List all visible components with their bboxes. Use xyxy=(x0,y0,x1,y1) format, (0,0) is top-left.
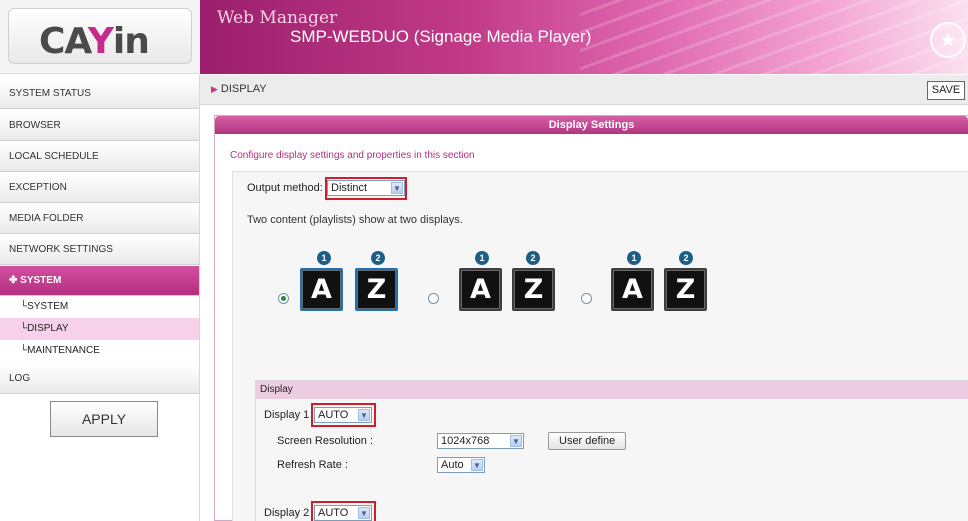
chevron-down-icon: ▼ xyxy=(471,459,483,471)
badge-2-icon: 2 xyxy=(371,251,385,265)
sidebar-subitem-display[interactable]: └DISPLAY xyxy=(0,318,199,340)
logo-frame: CAYin xyxy=(8,8,192,64)
device-name: SMP-WEBDUO (Signage Media Player) xyxy=(290,27,592,46)
refresh-rate-select[interactable]: Auto ▼ xyxy=(437,457,485,473)
sidebar-item-label: NETWORK SETTINGS xyxy=(9,244,113,255)
layout-option-1-radio[interactable] xyxy=(278,293,289,304)
badge-2-icon: 2 xyxy=(526,251,540,265)
screen-z-icon: Z xyxy=(664,268,707,311)
display-section-title: Display xyxy=(256,381,968,399)
badge-1-icon: 1 xyxy=(475,251,489,265)
sidebar-item-log[interactable]: LOG xyxy=(0,364,199,394)
app-title: Web Manager xyxy=(217,8,338,28)
refresh-rate-value: Auto xyxy=(441,459,464,471)
display-settings-panel: Display Settings Configure display setti… xyxy=(214,115,968,521)
screen-z-icon: Z xyxy=(512,268,555,311)
sidebar-item-label: SYSTEM STATUS xyxy=(9,88,91,99)
sidebar-item-system-status[interactable]: SYSTEM STATUS xyxy=(0,79,199,109)
screen-resolution-value: 1024x768 xyxy=(441,435,490,447)
sidebar-subitem-label: └SYSTEM xyxy=(20,301,69,312)
refresh-rate-label: Refresh Rate : xyxy=(277,459,348,471)
sidebar: SYSTEM STATUS BROWSER LOCAL SCHEDULE EXC… xyxy=(0,75,200,521)
screen-z-icon: Z xyxy=(355,268,398,311)
output-method-label: Output method: xyxy=(247,182,323,194)
sidebar-item-local-schedule[interactable]: LOCAL SCHEDULE xyxy=(0,142,199,172)
header-banner: Web Manager SMP-WEBDUO (Signage Media Pl… xyxy=(200,0,968,74)
breadcrumb-bar: ▶ DISPLAY SAVE xyxy=(200,75,968,105)
display1-label: Display 1 xyxy=(264,409,310,421)
highlight-box xyxy=(311,501,376,521)
sidebar-item-exception[interactable]: EXCEPTION xyxy=(0,173,199,203)
breadcrumb-label: DISPLAY xyxy=(220,83,267,95)
layout-option-3-radio[interactable] xyxy=(581,293,592,304)
sidebar-item-label: LOG xyxy=(9,373,31,384)
badge-2-icon: 2 xyxy=(679,251,693,265)
display2-label: Display 2 xyxy=(264,507,310,519)
sidebar-subitem-label: └DISPLAY xyxy=(20,323,69,334)
output-description: Two content (playlists) show at two disp… xyxy=(247,214,463,226)
layout-option-2-radio[interactable] xyxy=(428,293,439,304)
sidebar-item-label: MEDIA FOLDER xyxy=(9,213,84,224)
sidebar-item-network-settings[interactable]: NETWORK SETTINGS xyxy=(0,235,199,265)
expand-arrow-icon: ✤ xyxy=(9,275,21,286)
save-button[interactable]: SAVE xyxy=(927,81,965,100)
screen-a-icon: A xyxy=(611,268,654,311)
apply-button[interactable]: APPLY xyxy=(50,401,158,437)
settings-area: Output method: Distinct ▼ Two content (p… xyxy=(232,171,968,521)
panel-description: Configure display settings and propertie… xyxy=(230,150,475,161)
panel-title: Display Settings xyxy=(215,116,968,134)
breadcrumb-arrow-icon: ▶ xyxy=(211,84,218,94)
cayin-logo: CAYin xyxy=(39,21,150,62)
breadcrumb: ▶ DISPLAY xyxy=(211,83,267,95)
magic-wand-icon[interactable]: ★ xyxy=(930,22,966,58)
highlight-box xyxy=(311,403,376,427)
sidebar-item-label: EXCEPTION xyxy=(9,182,67,193)
display-section: Display Display 1 AUTO ▼ Screen Resoluti… xyxy=(255,380,968,521)
user-define-button[interactable]: User define xyxy=(548,432,627,450)
sidebar-item-media-folder[interactable]: MEDIA FOLDER xyxy=(0,204,199,234)
sidebar-subitem-system[interactable]: └SYSTEM xyxy=(0,296,199,318)
sidebar-item-browser[interactable]: BROWSER xyxy=(0,111,199,141)
highlight-box xyxy=(325,177,407,200)
sidebar-item-label: BROWSER xyxy=(9,120,61,131)
chevron-down-icon: ▼ xyxy=(510,435,522,447)
logo-area: CAYin xyxy=(0,0,200,74)
sidebar-subitem-label: └MAINTENANCE xyxy=(20,345,100,356)
sidebar-subitem-maintenance[interactable]: └MAINTENANCE xyxy=(0,340,199,362)
screen-a-icon: A xyxy=(459,268,502,311)
screen-resolution-select[interactable]: 1024x768 ▼ xyxy=(437,433,524,449)
badge-1-icon: 1 xyxy=(317,251,331,265)
badge-1-icon: 1 xyxy=(627,251,641,265)
sidebar-item-label: SYSTEM xyxy=(20,275,62,286)
screen-a-icon: A xyxy=(300,268,343,311)
screen-resolution-label: Screen Resolution : xyxy=(277,435,373,447)
sidebar-item-label: LOCAL SCHEDULE xyxy=(9,151,99,162)
sidebar-item-system[interactable]: ✤ SYSTEM xyxy=(0,266,199,296)
